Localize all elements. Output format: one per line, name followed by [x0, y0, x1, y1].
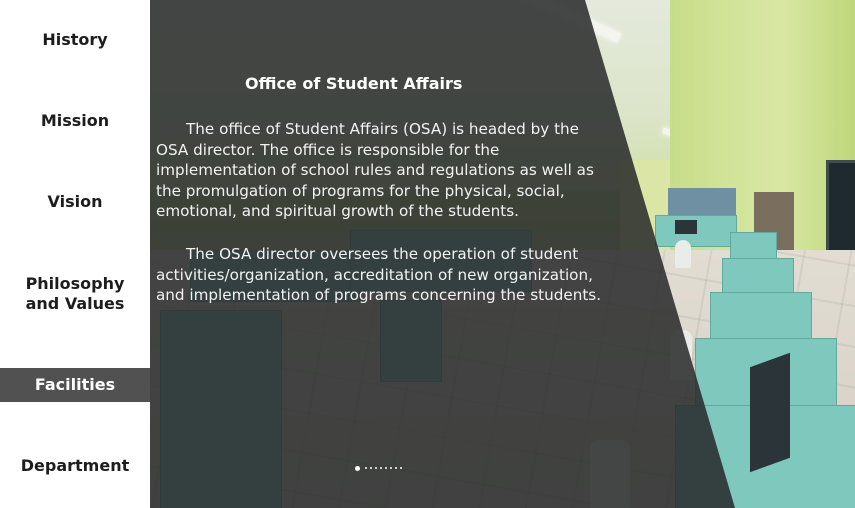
- sidebar-item-vision[interactable]: Vision: [0, 182, 150, 222]
- sidebar-item-department[interactable]: Department: [0, 446, 150, 486]
- sidebar-item-label: Facilities: [34, 375, 116, 394]
- carousel-pager: [355, 464, 402, 472]
- slide-title: Office of Student Affairs: [245, 74, 463, 93]
- sidebar-item-label: Philosophy and Values: [25, 274, 125, 313]
- pager-dot[interactable]: [375, 467, 377, 469]
- slide-paragraph: The OSA director oversees the operation …: [156, 245, 602, 304]
- slide-content: Office of Student Affairs The office of …: [150, 0, 610, 508]
- pager-dot[interactable]: [355, 465, 360, 471]
- computer-monitor: [675, 220, 697, 234]
- sidebar-nav: History Mission Vision Philosophy and Va…: [0, 0, 150, 508]
- sidebar-item-label: History: [42, 30, 108, 49]
- sidebar-item-label: Vision: [47, 192, 103, 211]
- pager-dot[interactable]: [385, 467, 387, 469]
- pager-dot[interactable]: [400, 467, 402, 469]
- carrel: [710, 292, 812, 342]
- sidebar-item-label: Mission: [40, 111, 110, 130]
- pager-dot[interactable]: [370, 467, 372, 469]
- sidebar-item-facilities[interactable]: Facilities: [0, 368, 150, 402]
- chair: [675, 240, 691, 268]
- slide-paragraph: The office of Student Affairs (OSA) is h…: [156, 120, 594, 220]
- computer-monitor: [750, 352, 790, 473]
- carrel: [722, 258, 794, 296]
- sidebar-item-mission[interactable]: Mission: [0, 101, 150, 141]
- pager-dot[interactable]: [390, 467, 392, 469]
- pager-dot[interactable]: [365, 467, 367, 469]
- sidebar-item-label: Department: [20, 456, 130, 475]
- pager-dot[interactable]: [395, 467, 397, 469]
- sidebar-item-philosophy-and-values[interactable]: Philosophy and Values: [0, 272, 150, 316]
- photo-bookshelf: [668, 188, 736, 218]
- sidebar-item-history[interactable]: History: [0, 20, 150, 60]
- pager-dot[interactable]: [380, 467, 382, 469]
